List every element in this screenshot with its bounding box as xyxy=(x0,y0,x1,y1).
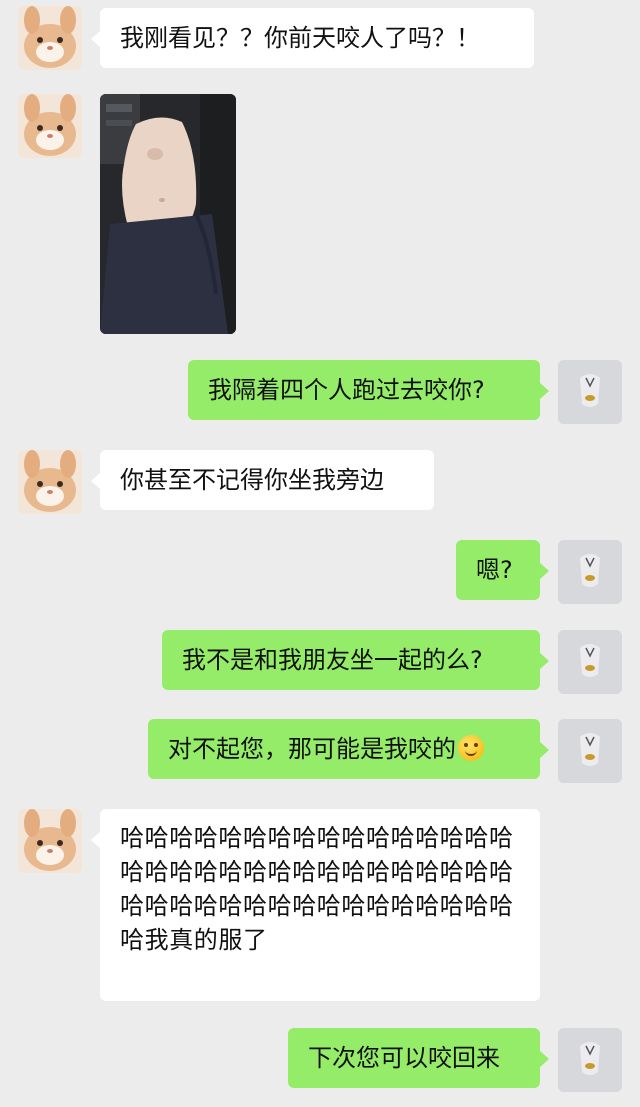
message-bubble-received[interactable]: 你甚至不记得你坐我旁边 xyxy=(91,450,434,510)
message-text: 我隔着四个人跑过去咬你? xyxy=(208,376,485,404)
bag-avatar-icon xyxy=(558,1028,622,1092)
message-bubble-sent[interactable]: 我隔着四个人跑过去咬你? xyxy=(188,360,549,420)
rabbit-avatar-icon xyxy=(18,809,82,873)
message-text: 下次您可以咬回来 xyxy=(308,1044,500,1072)
message-bubble-received[interactable]: 我刚看见？？你前天咬人了吗？！ xyxy=(91,8,534,68)
smile-emoji-icon xyxy=(458,735,484,761)
my-avatar[interactable] xyxy=(558,630,622,694)
message-bubble-sent[interactable]: 嗯? xyxy=(456,540,549,600)
contact-avatar[interactable] xyxy=(18,450,82,514)
my-avatar[interactable] xyxy=(558,1028,622,1092)
message-text: 对不起您，那可能是我咬的 xyxy=(168,735,456,763)
message-bubble-sent[interactable]: 对不起您，那可能是我咬的 xyxy=(148,719,549,779)
message-text: 你甚至不记得你坐我旁边 xyxy=(120,466,384,494)
bag-avatar-icon xyxy=(558,360,622,424)
message-bubble-sent[interactable]: 下次您可以咬回来 xyxy=(288,1028,549,1088)
photo-of-leg-in-car xyxy=(100,94,236,334)
rabbit-avatar-icon xyxy=(18,94,82,158)
bag-avatar-icon xyxy=(558,540,622,604)
message-bubble-sent[interactable]: 我不是和我朋友坐一起的么? xyxy=(162,630,549,690)
message-image[interactable] xyxy=(100,94,236,334)
bag-avatar-icon xyxy=(558,719,622,783)
message-text: 哈哈哈哈哈哈哈哈哈哈哈哈哈哈哈哈哈哈哈哈哈哈哈哈哈哈哈哈哈哈哈哈哈哈哈哈哈哈哈哈… xyxy=(120,824,514,954)
my-avatar[interactable] xyxy=(558,540,622,604)
message-text: 我刚看见？？你前天咬人了吗？！ xyxy=(120,24,480,52)
contact-avatar[interactable] xyxy=(18,6,82,70)
contact-avatar[interactable] xyxy=(18,809,82,873)
my-avatar[interactable] xyxy=(558,360,622,424)
bag-avatar-icon xyxy=(558,630,622,694)
contact-avatar[interactable] xyxy=(18,94,82,158)
message-text: 我不是和我朋友坐一起的么? xyxy=(182,646,483,674)
rabbit-avatar-icon xyxy=(18,450,82,514)
my-avatar[interactable] xyxy=(558,719,622,783)
rabbit-avatar-icon xyxy=(18,6,82,70)
message-bubble-received[interactable]: 哈哈哈哈哈哈哈哈哈哈哈哈哈哈哈哈哈哈哈哈哈哈哈哈哈哈哈哈哈哈哈哈哈哈哈哈哈哈哈哈… xyxy=(91,809,540,1001)
message-text: 嗯? xyxy=(476,556,513,584)
